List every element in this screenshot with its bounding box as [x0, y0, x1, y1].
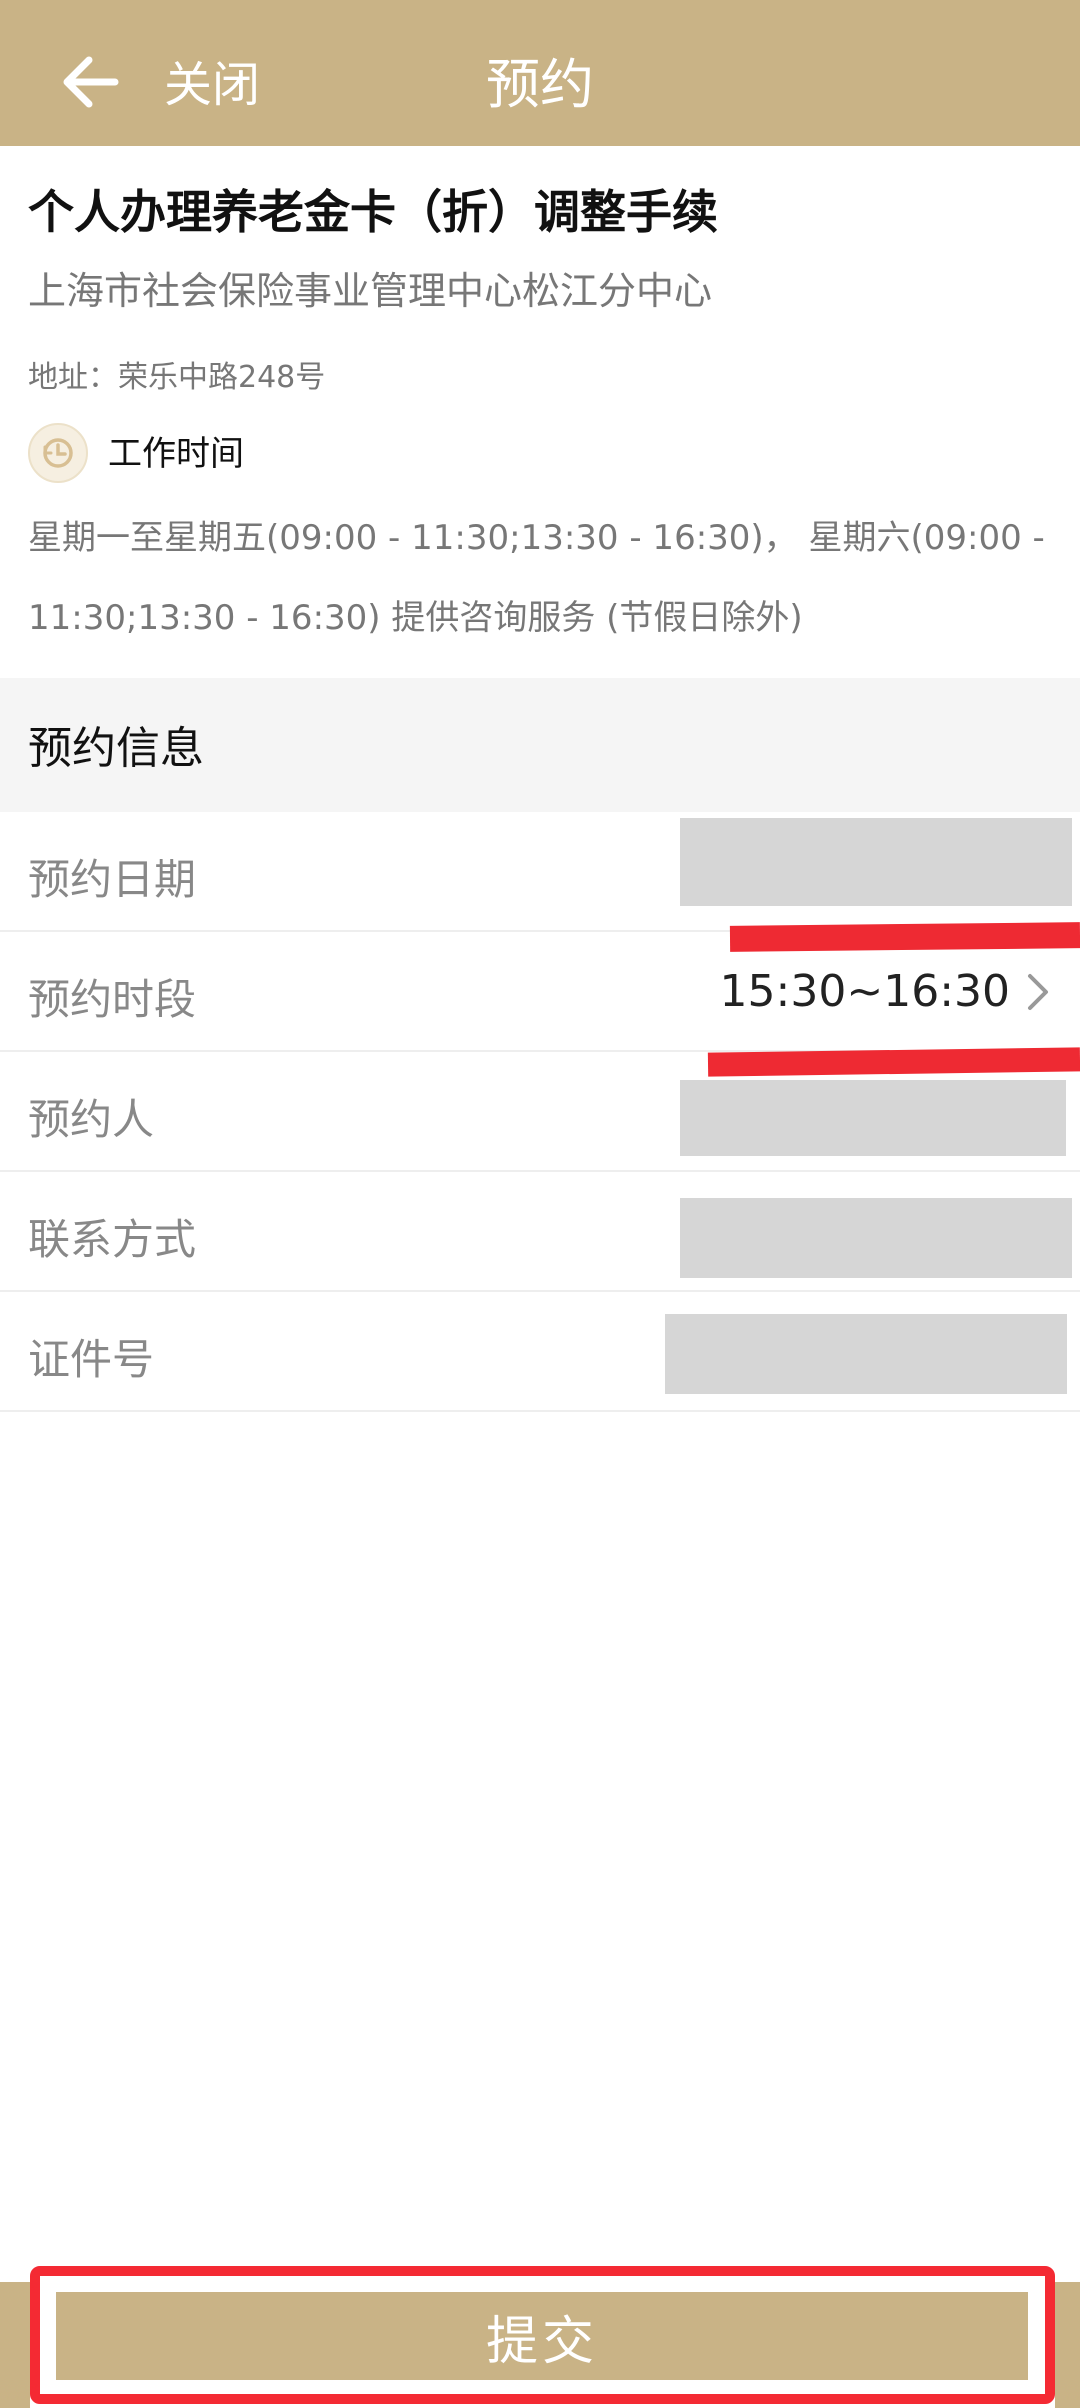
service-info: 个人办理养老金卡（折）调整手续 上海市社会保险事业管理中心松江分中心 地址：荣乐… — [0, 146, 1080, 678]
appointment-date-row[interactable]: 预约日期 — [0, 812, 1080, 932]
top-bar: 关闭 预约 — [0, 0, 1080, 146]
id-number-label: 证件号 — [28, 1335, 155, 1384]
page-title: 预约 — [486, 53, 594, 116]
appointment-section-header: 预约信息 — [0, 678, 1080, 812]
appointment-date-label: 预约日期 — [28, 855, 197, 904]
submit-button[interactable]: 提交 — [56, 2292, 1028, 2380]
appointment-person-label: 预约人 — [28, 1095, 155, 1144]
work-hours-label: 工作时间 — [108, 434, 244, 474]
address-text: 地址：荣乐中路248号 — [28, 360, 326, 395]
appointment-time-value: 15:30~16:30 — [719, 966, 1010, 1017]
bottom-bar-right — [1055, 2282, 1080, 2408]
id-number-row[interactable]: 证件号 — [0, 1292, 1080, 1412]
chevron-right-icon — [1028, 974, 1048, 1010]
appointment-time-label: 预约时段 — [28, 975, 197, 1024]
appointment-time-row[interactable]: 预约时段 15:30~16:30 — [0, 932, 1080, 1052]
redacted-person-value — [680, 1080, 1066, 1156]
service-title: 个人办理养老金卡（折）调整手续 — [28, 185, 718, 239]
organization-name: 上海市社会保险事业管理中心松江分中心 — [28, 269, 713, 313]
section-title: 预约信息 — [28, 723, 204, 774]
highlight-mark-top — [729, 922, 1080, 952]
redacted-date-value — [680, 818, 1072, 906]
app-screen: 关闭 预约 个人办理养老金卡（折）调整手续 上海市社会保险事业管理中心松江分中心… — [0, 0, 1080, 2408]
bottom-bar-left — [0, 2282, 30, 2408]
contact-row[interactable]: 联系方式 — [0, 1172, 1080, 1292]
work-hours-text: 星期一至星期五(09:00 - 11:30;13:30 - 16:30)， 星期… — [28, 518, 1045, 638]
redacted-id-value — [665, 1314, 1067, 1394]
redacted-contact-value — [680, 1198, 1072, 1278]
contact-label: 联系方式 — [28, 1215, 197, 1264]
clock-icon — [28, 423, 88, 483]
